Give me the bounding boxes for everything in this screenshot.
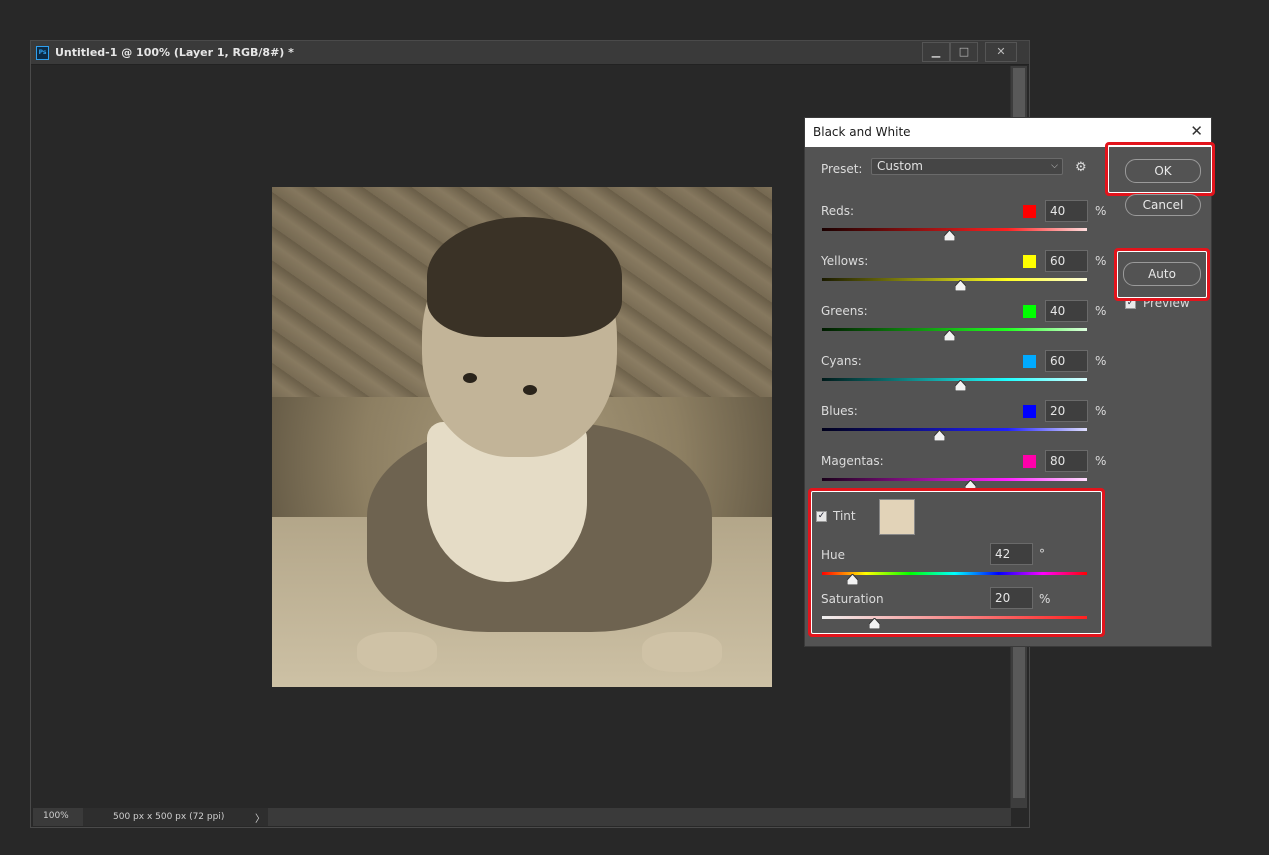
greens-unit: % — [1095, 304, 1107, 318]
black-and-white-dialog: Black and White ✕ Preset: Custom ⌵ ⚙ Red… — [804, 117, 1215, 647]
ok-button[interactable]: OK — [1125, 159, 1201, 183]
maximize-button[interactable]: □ — [950, 42, 978, 62]
tint-checkbox[interactable]: ✓ — [816, 511, 827, 522]
reds-input[interactable]: 40 — [1045, 200, 1088, 222]
saturation-label: Saturation — [821, 592, 884, 606]
blues-slider-thumb[interactable] — [934, 430, 945, 441]
gear-icon[interactable]: ⚙ — [1075, 160, 1087, 175]
preset-value: Custom — [877, 159, 923, 173]
saturation-slider-track[interactable] — [822, 616, 1087, 619]
magentas-label: Magentas: — [821, 454, 884, 468]
photoshop-document-icon: Ps — [36, 46, 49, 60]
magentas-slider-track[interactable] — [822, 478, 1087, 481]
yellows-input[interactable]: 60 — [1045, 250, 1088, 272]
document-title: Untitled-1 @ 100% (Layer 1, RGB/8#) * — [55, 46, 294, 59]
greens-input[interactable]: 40 — [1045, 300, 1088, 322]
preset-label: Preset: — [821, 162, 863, 176]
yellows-color-swatch — [1023, 255, 1036, 268]
greens-slider-thumb[interactable] — [944, 330, 955, 341]
zoom-level[interactable]: 100% — [43, 811, 69, 821]
greens-label: Greens: — [821, 304, 868, 318]
saturation-unit: % — [1039, 592, 1051, 606]
magentas-color-swatch — [1023, 455, 1036, 468]
reds-slider-thumb[interactable] — [944, 230, 955, 241]
hue-slider-track[interactable] — [822, 572, 1087, 575]
document-info: 500 px x 500 px (72 ppi) — [83, 808, 268, 826]
magentas-input[interactable]: 80 — [1045, 450, 1088, 472]
document-title-bar[interactable]: Ps Untitled-1 @ 100% (Layer 1, RGB/8#) *… — [31, 41, 1029, 65]
blues-color-swatch — [1023, 405, 1036, 418]
reds-color-swatch — [1023, 205, 1036, 218]
reds-unit: % — [1095, 204, 1107, 218]
hue-slider-thumb[interactable] — [847, 574, 858, 585]
greens-color-swatch — [1023, 305, 1036, 318]
blues-slider-track[interactable] — [822, 428, 1087, 431]
yellows-unit: % — [1095, 254, 1107, 268]
cyans-label: Cyans: — [821, 354, 862, 368]
minimize-button[interactable]: ▁ — [922, 42, 950, 62]
cyans-color-swatch — [1023, 355, 1036, 368]
cancel-button[interactable]: Cancel — [1125, 194, 1201, 216]
close-window-button[interactable]: ✕ — [985, 42, 1017, 62]
blues-input[interactable]: 20 — [1045, 400, 1088, 422]
hue-label: Hue — [821, 548, 846, 562]
saturation-slider-thumb[interactable] — [869, 618, 880, 629]
tint-label: Tint — [833, 509, 856, 523]
magentas-unit: % — [1095, 454, 1107, 468]
auto-button[interactable]: Auto — [1123, 262, 1201, 286]
hue-unit: ° — [1039, 547, 1045, 561]
preset-dropdown[interactable]: Custom ⌵ — [871, 158, 1063, 175]
dialog-close-icon[interactable]: ✕ — [1190, 123, 1203, 139]
blues-unit: % — [1095, 404, 1107, 418]
blues-label: Blues: — [821, 404, 858, 418]
hue-input[interactable]: 42 — [990, 543, 1033, 565]
dialog-title: Black and White — [813, 125, 911, 139]
cyans-input[interactable]: 60 — [1045, 350, 1088, 372]
status-menu-arrow-icon[interactable]: 〉 — [255, 810, 265, 825]
saturation-input[interactable]: 20 — [990, 587, 1033, 609]
status-bar: 100% 500 px x 500 px (72 ppi) 〉 — [33, 808, 1011, 826]
baby-photo-image — [272, 187, 772, 687]
yellows-label: Yellows: — [821, 254, 869, 268]
tint-color-swatch[interactable] — [879, 499, 915, 535]
reds-label: Reds: — [821, 204, 855, 218]
cyans-unit: % — [1095, 354, 1107, 368]
yellows-slider-thumb[interactable] — [955, 280, 966, 291]
chevron-down-icon: ⌵ — [1051, 161, 1058, 171]
cyans-slider-thumb[interactable] — [955, 380, 966, 391]
